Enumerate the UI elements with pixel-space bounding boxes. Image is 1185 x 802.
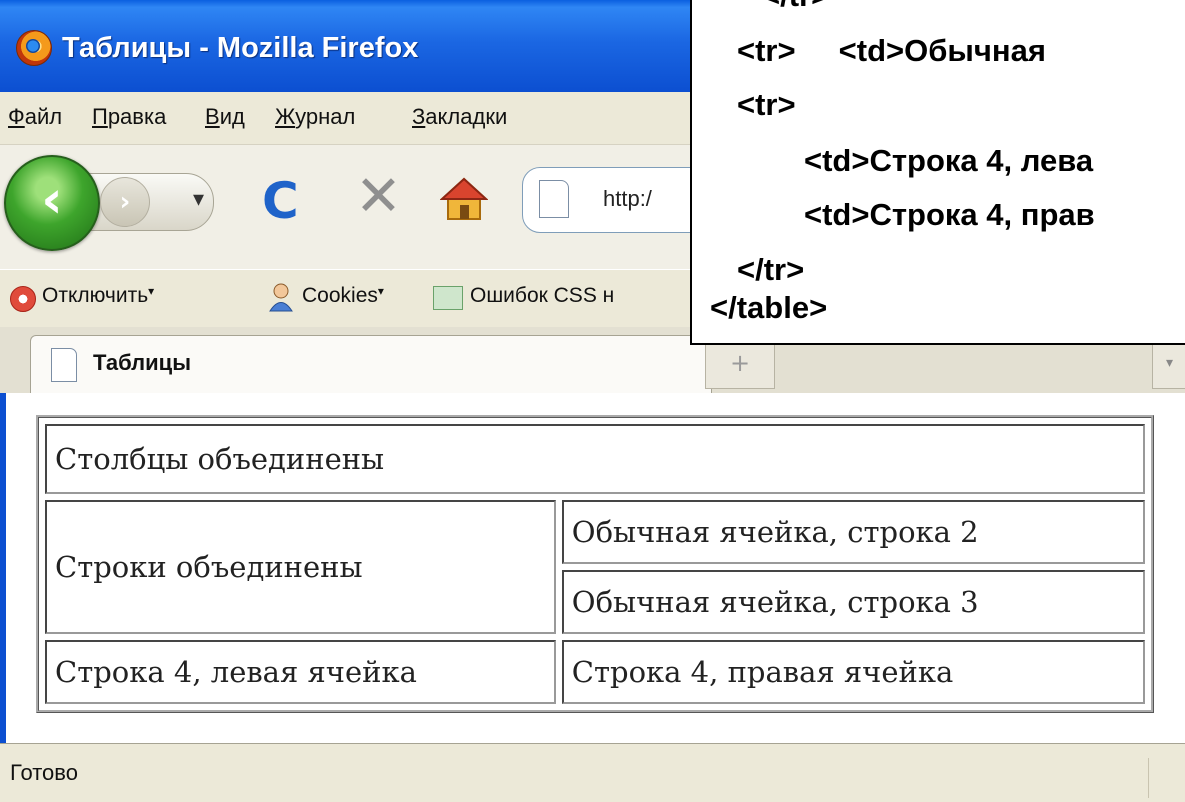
rowspan-cell: Строки объединены (45, 500, 556, 634)
css-icon (433, 286, 463, 310)
toolbar-disable-label: Отключить (42, 284, 149, 307)
table-row: Строка 4, левая ячейка Строка 4, правая … (45, 640, 1145, 704)
dropdown-icon: ▾ (148, 284, 155, 298)
row4-left-cell: Строка 4, левая ячейка (45, 640, 556, 704)
page-icon (539, 180, 569, 218)
chevron-down-icon: ▾ (1165, 355, 1174, 371)
table-row: Столбцы объединены (45, 424, 1145, 494)
plus-icon: + (729, 349, 751, 377)
forward-arrow-icon: › (119, 187, 131, 217)
menu-file[interactable]: Файл (8, 104, 62, 130)
code-snippet-panel: </tr> <tr> <td>Обычная <tr> <td>Строка 4… (690, 0, 1185, 345)
menu-view[interactable]: Вид (205, 104, 245, 130)
code-line: <td>Строка 4, лева (804, 143, 1094, 178)
code-line: </tr> (762, 0, 829, 14)
back-arrow-icon: ‹ (41, 170, 63, 230)
history-dropdown-icon[interactable]: ▾ (193, 187, 204, 212)
status-text: Готово (10, 760, 78, 785)
menu-edit[interactable]: Правка (92, 104, 166, 130)
code-line: <tr> <td>Обычная (737, 33, 1046, 68)
row2-right-cell: Обычная ячейка, строка 2 (561, 500, 1145, 564)
stop-icon[interactable]: ✕ (355, 167, 402, 227)
menu-history[interactable]: Журнал (275, 104, 355, 130)
firefox-logo-icon (16, 30, 52, 66)
reload-icon[interactable]: C (262, 171, 299, 231)
row3-right-cell: Обычная ячейка, строка 3 (561, 570, 1145, 634)
code-line: </tr> (737, 252, 805, 287)
url-bar[interactable]: http:/ (522, 167, 714, 233)
toolbar-css-errors[interactable]: Ошибок CSS н (470, 284, 614, 308)
user-icon (269, 283, 293, 312)
menu-bookmarks[interactable]: Закладки (412, 104, 507, 130)
forward-button[interactable]: › (100, 177, 150, 227)
row4-right-cell: Строка 4, правая ячейка (561, 640, 1145, 704)
toolbar-cookies-label: Cookies (302, 284, 378, 307)
back-button[interactable]: ‹ (4, 155, 100, 251)
toolbar-cookies[interactable]: Cookies▾ (302, 284, 384, 308)
home-icon[interactable] (440, 175, 488, 223)
page-icon (51, 348, 77, 382)
tab-label: Таблицы (93, 350, 191, 375)
colspan-cell: Столбцы объединены (45, 424, 1145, 494)
page-content: Столбцы объединены Строки объединены Обы… (0, 393, 1185, 743)
code-line: </table> (710, 290, 828, 325)
status-bar: Готово (0, 743, 1185, 802)
dropdown-icon: ▾ (377, 284, 384, 298)
code-line: <td>Строка 4, прав (804, 197, 1095, 232)
code-line: <tr> (737, 87, 796, 122)
demo-table: Столбцы объединены Строки объединены Обы… (36, 415, 1154, 713)
url-text: http:/ (603, 186, 652, 211)
table-row: Строки объединены Обычная ячейка, строка… (45, 500, 1145, 634)
toolbar-disable[interactable]: Отключить▾ (42, 284, 154, 308)
resize-grip-icon[interactable] (1148, 758, 1181, 798)
disable-icon (10, 286, 36, 312)
tab-tables[interactable]: Таблицы (30, 335, 712, 394)
window-title: Таблицы - Mozilla Firefox (62, 32, 419, 64)
